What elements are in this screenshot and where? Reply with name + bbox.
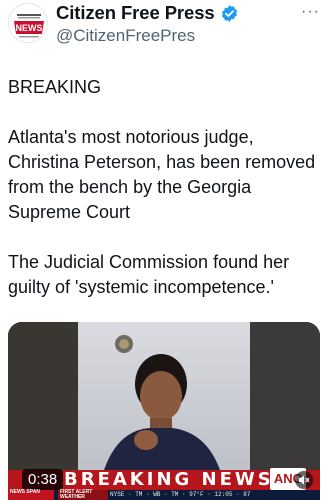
ticker-weather-label: FIRST ALERT WEATHER (58, 490, 108, 500)
video-player[interactable]: BREAKING NEWS 0:38 ANC NEWS SPAN FIRST A… (8, 322, 320, 500)
mute-button[interactable] (295, 471, 313, 489)
avatar-logo-text: NEWS (16, 23, 43, 33)
tweet-paragraph: Atlanta's most notorious judge, Christin… (8, 127, 316, 222)
speaker-muted-icon (299, 475, 310, 485)
tweet-header: NEWS Citizen Free Press @CitizenFreePres… (0, 0, 326, 60)
news-ticker: NEWS SPAN FIRST ALERT WEATHER NYSE · TM … (8, 490, 320, 500)
avatar[interactable]: NEWS (8, 3, 48, 43)
tweet-paragraph: BREAKING (8, 77, 102, 97)
breaking-news-text: BREAKING NEWS (64, 469, 274, 490)
citizen-free-press-logo-icon: NEWS (9, 4, 47, 42)
display-name[interactable]: Citizen Free Press (56, 2, 215, 24)
more-options-button[interactable]: ··· (301, 3, 320, 21)
account-handle[interactable]: @CitizenFreePres (56, 26, 195, 46)
verified-badge-icon (221, 4, 237, 22)
display-name-row: Citizen Free Press (56, 2, 239, 24)
ticker-scroll-text: NYSE · TM · WB · TM · 97°F · 12:05 · 87 (110, 491, 251, 498)
video-duration: 0:38 (22, 469, 64, 490)
ticker-left-label: NEWS SPAN (8, 490, 54, 500)
tweet-text: BREAKING Atlanta's most notorious judge,… (8, 75, 320, 325)
tweet-paragraph: The Judicial Commission found her guilty… (8, 252, 290, 297)
